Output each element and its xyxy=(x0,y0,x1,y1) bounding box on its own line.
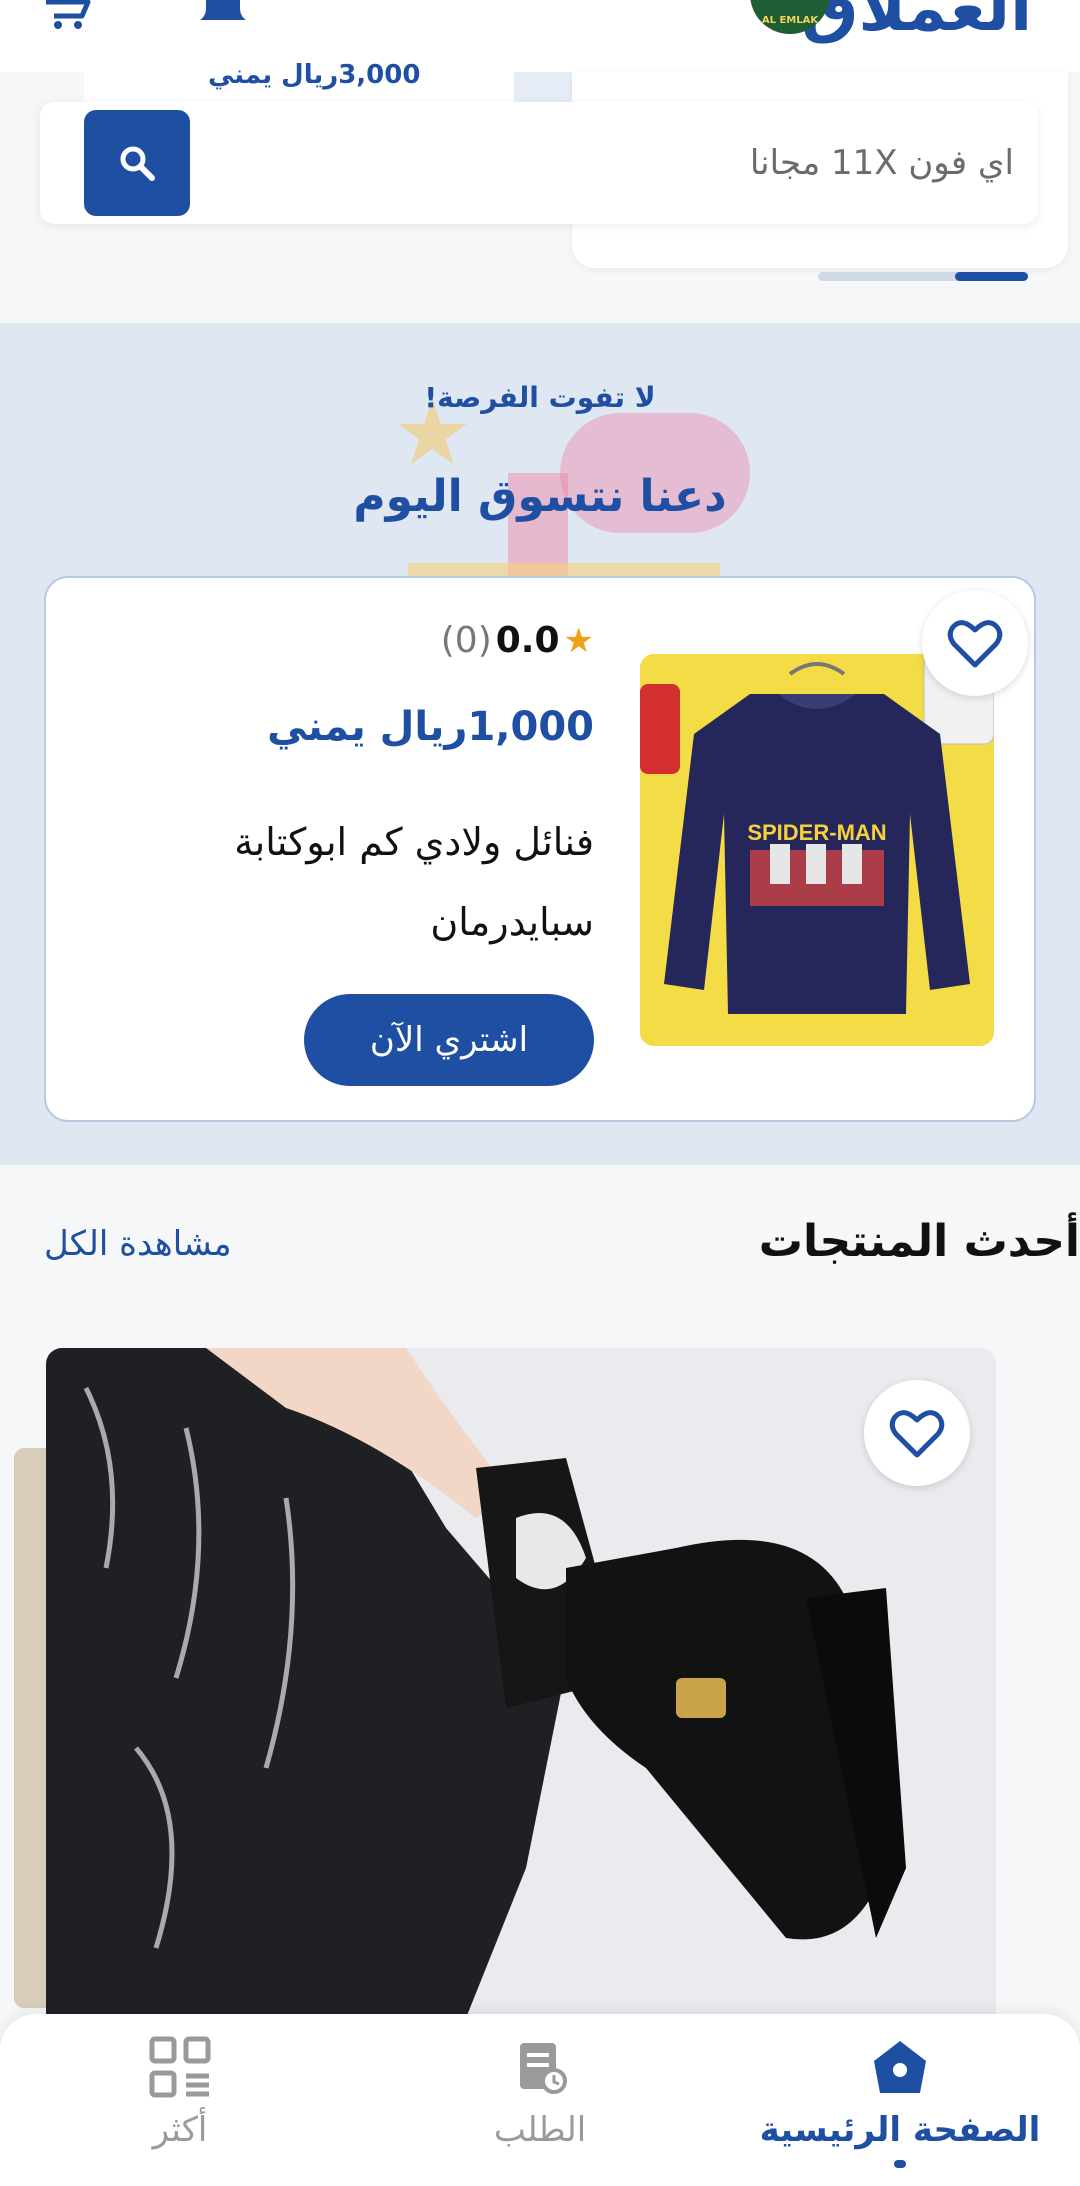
product-card[interactable] xyxy=(46,1348,996,2018)
promo-title: دعنا نتسوق اليوم xyxy=(353,471,727,522)
bell-icon[interactable] xyxy=(196,0,250,32)
latest-products-title: أحدث المنتجات xyxy=(758,1216,1080,1267)
rating-score: 0.0 xyxy=(495,620,560,661)
nav-item-more[interactable]: أكثر xyxy=(30,2034,330,2184)
orders-icon xyxy=(507,2034,573,2100)
deal-product-name: فنائل ولادي كم ابوكتابة سبايدرمان xyxy=(234,820,594,944)
carousel-progress-fill xyxy=(954,272,1028,281)
heart-outline-icon xyxy=(889,1410,945,1458)
cart-icon[interactable] xyxy=(40,0,94,32)
heart-outline-icon xyxy=(947,620,1003,668)
nav-label-home: الصفحة الرئيسية xyxy=(759,2110,1041,2150)
logo-text: AL EMLAK xyxy=(761,15,819,26)
more-grid-icon xyxy=(147,2034,213,2100)
promo-tag: لا تفوت الفرصة! xyxy=(424,381,656,414)
nav-label-more: أكثر xyxy=(152,2110,208,2150)
bottom-navigation: الصفحة الرئيسية الطلب أكثر xyxy=(0,2014,1080,2186)
brand-name: العملاق xyxy=(801,0,1032,46)
deal-image-print: SPIDER-MAN xyxy=(747,820,886,845)
home-icon xyxy=(867,2034,933,2100)
deal-favorite-button[interactable] xyxy=(922,590,1028,696)
shoe-product-image xyxy=(46,1348,996,2018)
peek-card-price: 3,000ريال يمني xyxy=(208,60,421,90)
promo-section: ★ لا تفوت الفرصة! دعنا نتسوق اليوم SPIDE… xyxy=(0,323,1080,1165)
deal-card[interactable]: SPIDER-MAN ★ 0.0 (0) 1,000ريال يمني فنائ… xyxy=(44,576,1036,1122)
view-all-link[interactable]: مشاهدة الكل xyxy=(44,1224,232,1264)
carousel-progress xyxy=(818,272,1028,281)
deal-price: 1,000ريال يمني xyxy=(267,704,594,750)
nav-label-orders: الطلب xyxy=(493,2110,587,2150)
star-icon: ★ xyxy=(563,620,594,661)
app-header: العملاق AL EMLAK xyxy=(0,0,1080,72)
search-icon xyxy=(120,146,155,181)
search-button[interactable] xyxy=(84,110,190,216)
buy-now-button[interactable]: اشتري الآن xyxy=(304,994,594,1086)
rating-count: (0) xyxy=(440,620,492,661)
deal-rating: ★ 0.0 (0) xyxy=(441,620,594,661)
product-favorite-button[interactable] xyxy=(864,1380,970,1486)
active-indicator xyxy=(894,2160,906,2168)
nav-item-orders[interactable]: الطلب xyxy=(390,2034,690,2184)
search-input[interactable] xyxy=(234,130,1014,196)
deal-product-image[interactable]: SPIDER-MAN xyxy=(640,654,994,1046)
search-bar xyxy=(40,102,1038,224)
sweatshirt-image: SPIDER-MAN xyxy=(640,654,994,1046)
